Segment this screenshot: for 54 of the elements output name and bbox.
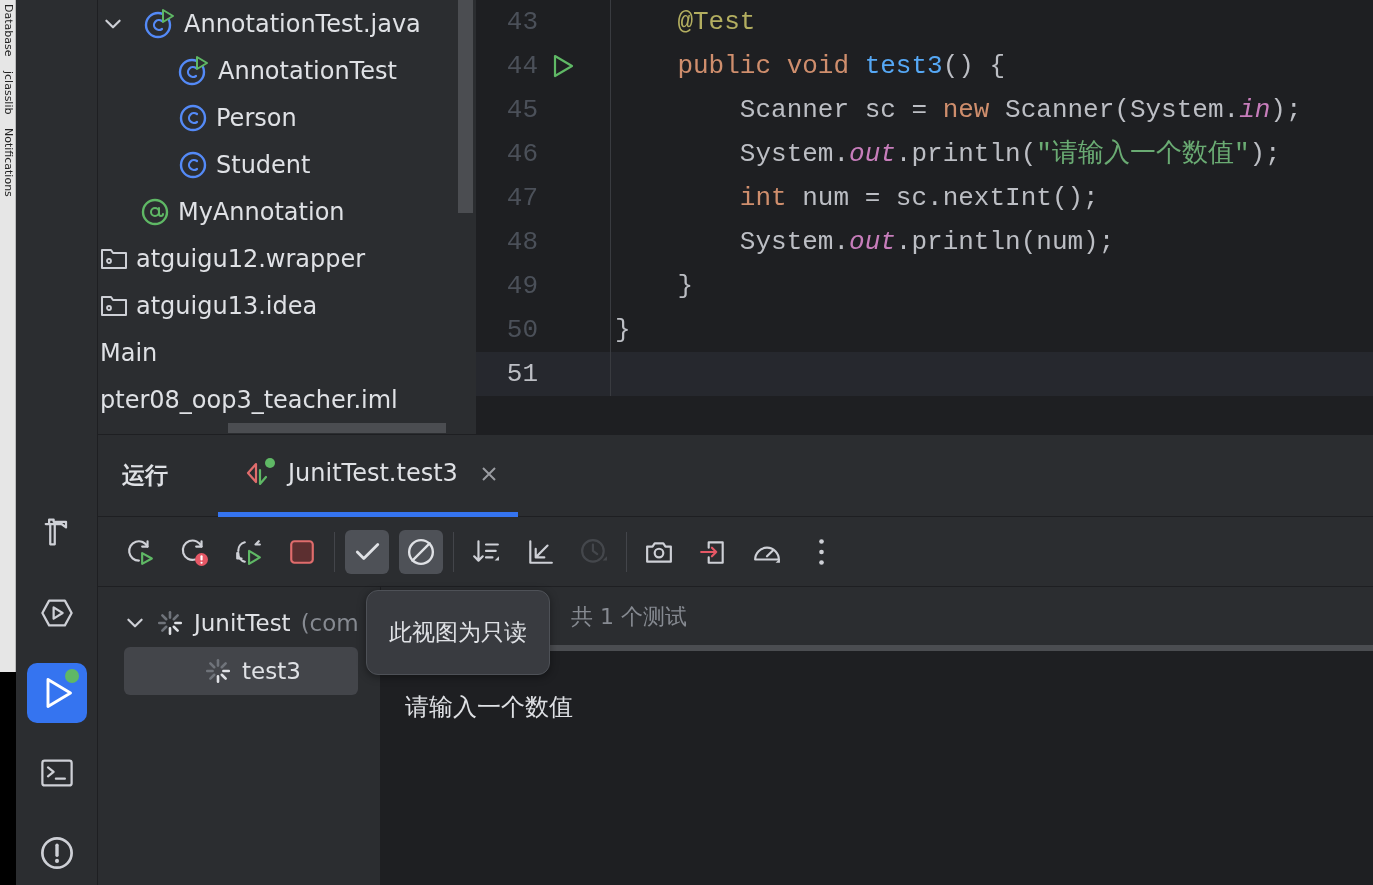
warning-icon xyxy=(38,835,75,871)
class-icon xyxy=(178,102,208,133)
tree-item-label[interactable]: Student xyxy=(216,146,311,183)
toolbar-button[interactable] xyxy=(399,529,443,574)
selected-row[interactable]: test3 xyxy=(124,647,358,695)
scrollbar[interactable] xyxy=(228,423,446,433)
test-label[interactable]: test3 xyxy=(242,653,301,689)
test-class-icon xyxy=(144,7,176,40)
code-line: public void test3() { xyxy=(676,49,1006,83)
annotation-icon xyxy=(140,196,170,227)
test-status: 共 1 个测试 xyxy=(571,602,687,631)
more-icon xyxy=(817,537,825,566)
tree-item-label[interactable]: MyAnnotation xyxy=(178,193,345,230)
class-icon xyxy=(178,149,208,180)
tool-window-label[interactable]: Database xyxy=(1,4,14,57)
tool-window-label[interactable]: jclasslib xyxy=(1,70,14,114)
tree-item-label[interactable]: AnnotationTest.java xyxy=(184,5,421,42)
toolbar-button[interactable] xyxy=(345,529,389,574)
spinner-icon xyxy=(156,609,184,637)
test-package: (com xyxy=(300,608,359,638)
panel-title: 运行 xyxy=(122,461,168,491)
prohibited-icon xyxy=(407,537,435,566)
code-line: @Test xyxy=(676,5,756,39)
status-dot xyxy=(64,669,79,683)
tree-item-label[interactable]: atguigu12.wrapper xyxy=(136,240,366,277)
tree-item-label[interactable]: Person xyxy=(216,99,297,136)
tree-item-label[interactable]: pter08_oop3_teacher.iml xyxy=(100,381,398,418)
tree-item-label[interactable]: Main xyxy=(100,334,158,371)
code-line: int num = sc.nextInt(); xyxy=(738,181,1099,215)
code-line: } xyxy=(676,269,693,303)
code-line: } xyxy=(614,313,631,347)
tree-item-label[interactable]: AnnotationTest xyxy=(218,52,397,89)
tree-item-label[interactable]: atguigu13.idea xyxy=(136,287,318,324)
test-class-icon xyxy=(178,54,210,87)
tooltip: 此视图为只读 xyxy=(366,590,550,675)
import-icon xyxy=(526,537,554,566)
line-number: 51 xyxy=(505,357,538,391)
code-line: System.out.println("请输入一个数值"); xyxy=(738,137,1281,171)
spinner-icon xyxy=(204,657,232,685)
rerun-icon xyxy=(126,537,154,566)
run-tab[interactable]: JunitTest.test3 xyxy=(218,434,518,517)
folder-icon xyxy=(100,293,128,318)
scrollbar[interactable] xyxy=(458,0,473,213)
clock-icon xyxy=(580,537,608,566)
stop-icon xyxy=(288,537,316,566)
auto-rerun-icon xyxy=(234,537,262,566)
test-label[interactable]: JunitTest xyxy=(194,605,291,641)
folder-icon xyxy=(100,246,128,271)
code-line: System.out.println(num); xyxy=(738,225,1115,259)
tool-window-button[interactable] xyxy=(26,663,87,723)
tool-window-label[interactable]: Notifications xyxy=(1,127,14,197)
rerun-failed-icon xyxy=(180,537,208,566)
console-output: 请输入一个数值 xyxy=(404,692,574,723)
code-line: Scanner sc = new Scanner(System.in); xyxy=(738,93,1302,127)
